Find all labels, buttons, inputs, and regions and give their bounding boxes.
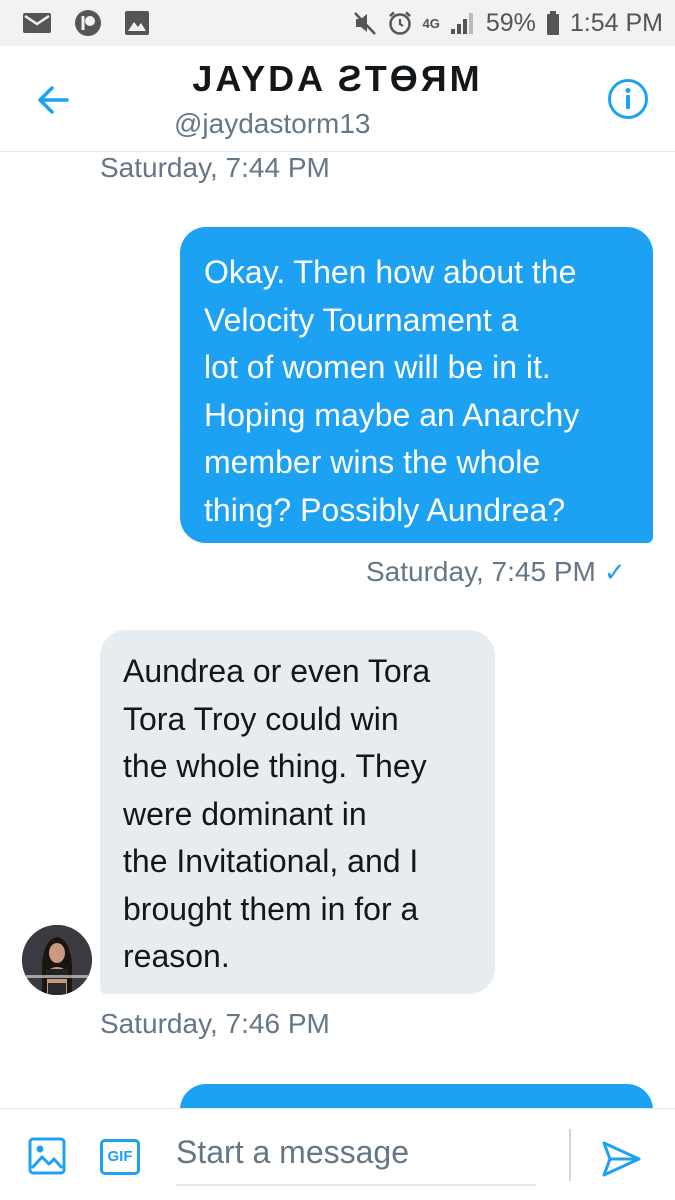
message-line: Hoping maybe an Anarchy bbox=[204, 396, 580, 433]
notification-icons bbox=[22, 10, 150, 36]
gallery-notification-icon bbox=[125, 11, 149, 35]
network-type-indicator: 4G bbox=[422, 15, 440, 31]
input-underline bbox=[176, 1184, 536, 1186]
mute-icon bbox=[353, 12, 376, 35]
system-status: 4G 59% 1:54 PM bbox=[353, 7, 663, 39]
message-line: member wins the whole bbox=[204, 444, 541, 480]
conversation-handle: @jaydastorm13 bbox=[174, 108, 371, 139]
send-icon[interactable] bbox=[600, 1139, 642, 1179]
signal-strength-icon bbox=[450, 13, 473, 34]
image-icon[interactable] bbox=[28, 1137, 66, 1175]
message-line: Tora Troy could win bbox=[123, 700, 399, 737]
gif-button[interactable]: GIF bbox=[100, 1139, 140, 1175]
message-timestamp: Saturday, 7:46 PM bbox=[100, 1008, 330, 1039]
incoming-message-bubble[interactable]: Aundrea or even Tora Tora Troy could win… bbox=[100, 630, 495, 994]
message-line: thing? Possibly Aundrea? bbox=[204, 491, 566, 528]
patreon-icon bbox=[75, 10, 101, 36]
message-line: Aundrea or even Tora bbox=[123, 653, 431, 689]
composer-divider bbox=[569, 1129, 571, 1181]
battery-percentage: 59% bbox=[485, 8, 536, 37]
read-receipt-icon: ✓ bbox=[603, 557, 626, 587]
battery-icon bbox=[546, 11, 559, 35]
conversation-title: JAYDA ƧTӨЯM bbox=[192, 58, 483, 99]
conversation-header: JAYDA ƧTӨЯM @jaydastorm13 bbox=[0, 46, 675, 152]
message-line: the Invitational, and I bbox=[123, 843, 419, 879]
message-timestamp: Saturday, 7:45 PM ✓ bbox=[366, 556, 626, 588]
avatar[interactable] bbox=[22, 925, 92, 995]
outgoing-message-bubble[interactable]: Okay. Then how about the Velocity Tourna… bbox=[180, 227, 653, 543]
message-input[interactable] bbox=[176, 1127, 536, 1177]
message-line: brought them in for a bbox=[123, 890, 419, 927]
mail-icon bbox=[23, 13, 51, 33]
message-line: were dominant in bbox=[123, 795, 367, 832]
timestamp-text: Saturday, 7:45 PM bbox=[366, 556, 596, 587]
clock: 1:54 PM bbox=[569, 8, 663, 37]
alarm-icon bbox=[388, 11, 411, 35]
message-line: Velocity Tournament a bbox=[204, 301, 519, 338]
message-composer: GIF bbox=[0, 1108, 675, 1200]
info-icon[interactable] bbox=[607, 78, 649, 120]
avatar-image bbox=[22, 925, 92, 995]
message-line: Okay. Then how about the bbox=[204, 254, 577, 290]
message-line: the whole thing. They bbox=[123, 748, 427, 784]
status-bar: 4G 59% 1:54 PM bbox=[0, 0, 675, 46]
message-line: reason. bbox=[123, 938, 230, 974]
message-timestamp: Saturday, 7:44 PM bbox=[100, 152, 330, 183]
message-line: lot of women will be in it. bbox=[204, 349, 551, 385]
